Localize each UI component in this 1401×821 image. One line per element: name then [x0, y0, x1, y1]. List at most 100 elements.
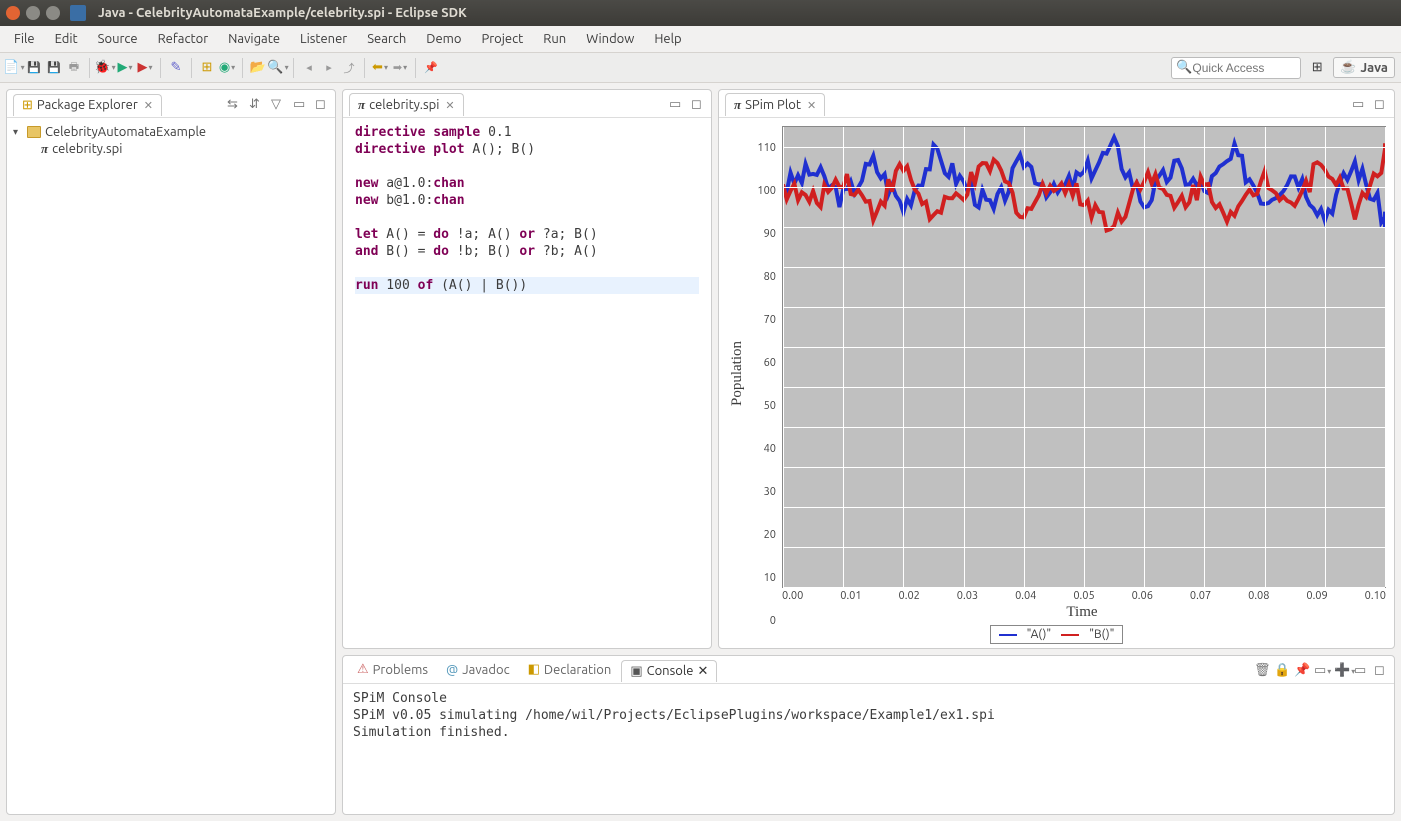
menu-run[interactable]: Run: [535, 29, 574, 49]
editor-head: π celebrity.spi ✕ ▭ ◻: [343, 90, 711, 118]
save-icon[interactable]: 💾: [26, 60, 42, 76]
editor-tab[interactable]: π celebrity.spi ✕: [349, 93, 464, 116]
search-icon: 🔍: [1176, 60, 1192, 75]
run-icon[interactable]: ▶▾: [117, 60, 133, 76]
console-output[interactable]: SPiM Console SPiM v0.05 simulating /home…: [343, 684, 1394, 814]
open-perspective-icon[interactable]: ⊞: [1309, 60, 1325, 76]
maximize-icon[interactable]: ◻: [1374, 97, 1388, 111]
minimize-icon[interactable]: ▭: [1352, 97, 1366, 111]
run-last-icon[interactable]: ▶▾: [137, 60, 153, 76]
package-icon: ⊞: [22, 98, 33, 113]
open-type-icon[interactable]: 📂: [250, 60, 266, 76]
new-class-icon[interactable]: ◉▾: [219, 60, 235, 76]
pi-plot-icon: π: [734, 97, 741, 113]
quick-access-input[interactable]: [1192, 61, 1296, 75]
close-icon[interactable]: ✕: [807, 99, 816, 112]
quick-access[interactable]: 🔍: [1171, 57, 1301, 79]
view-menu-icon[interactable]: ▽: [271, 97, 285, 111]
menu-edit[interactable]: Edit: [47, 29, 86, 49]
menu-refactor[interactable]: Refactor: [150, 29, 217, 49]
plot-title: SPim Plot: [745, 98, 801, 112]
tab-problems[interactable]: ⚠ Problems: [349, 659, 436, 680]
project-node[interactable]: ▾ CelebrityAutomataExample: [13, 124, 329, 140]
save-all-icon[interactable]: 💾: [46, 60, 62, 76]
bottom-tabs: ⚠ Problems @ Javadoc ◧Declaration ▣Console…: [343, 656, 1394, 684]
menu-demo[interactable]: Demo: [418, 29, 469, 49]
console-display-icon[interactable]: ▭▾: [1314, 663, 1328, 677]
new-icon[interactable]: 📄▾: [6, 60, 22, 76]
caret-down-icon[interactable]: ▾: [13, 126, 23, 138]
package-explorer-tab[interactable]: ⊞ Package Explorer ✕: [13, 94, 162, 116]
tab-console[interactable]: ▣Console✕: [621, 660, 717, 682]
chart-xlabel: Time: [778, 604, 1386, 621]
chart-box[interactable]: [782, 126, 1386, 588]
console-lock-icon[interactable]: 🔒: [1274, 663, 1288, 677]
chart-legend: "A()" "B()": [990, 625, 1124, 644]
close-icon[interactable]: ✕: [445, 99, 454, 112]
minimize-icon[interactable]: ▭: [293, 97, 307, 111]
console-new-icon[interactable]: ➕▾: [1334, 663, 1348, 677]
workspace: ⊞ Package Explorer ✕ ⇆ ⇵ ▽ ▭ ◻ ▾ Celebri…: [0, 83, 1401, 821]
plot-area: Population 0102030405060708090100110 0.0…: [719, 118, 1394, 648]
link-editor-icon[interactable]: ⇵: [249, 97, 263, 111]
menu-file[interactable]: File: [6, 29, 43, 49]
maximize-icon[interactable]: ◻: [691, 97, 705, 111]
package-explorer-panel: ⊞ Package Explorer ✕ ⇆ ⇵ ▽ ▭ ◻ ▾ Celebri…: [6, 89, 336, 815]
console-pin-icon[interactable]: 📌: [1294, 663, 1308, 677]
declaration-icon: ◧: [528, 662, 540, 677]
perspective-label: Java: [1360, 61, 1388, 75]
editor-panel: π celebrity.spi ✕ ▭ ◻ directive sample 0…: [342, 89, 712, 649]
separator: [293, 58, 294, 78]
tab-declaration[interactable]: ◧Declaration: [520, 659, 620, 680]
chart-ylabel: Population: [727, 126, 748, 621]
collapse-all-icon[interactable]: ⇆: [227, 97, 241, 111]
pi-file-icon: π: [358, 97, 365, 113]
print-icon[interactable]: 🖶: [66, 60, 82, 76]
maximize-icon[interactable]: ◻: [1374, 663, 1388, 677]
back-icon[interactable]: ⬅▾: [372, 60, 388, 76]
menu-help[interactable]: Help: [646, 29, 689, 49]
menu-listener[interactable]: Listener: [292, 29, 355, 49]
legend-swatch-b: [1061, 634, 1079, 636]
window-title: Java - CelebrityAutomataExample/celebrit…: [98, 6, 467, 20]
project-tree: ▾ CelebrityAutomataExample π celebrity.s…: [7, 118, 335, 164]
tab-javadoc[interactable]: @ Javadoc: [438, 660, 518, 680]
minimize-icon[interactable]: ▭: [669, 97, 683, 111]
search-icon[interactable]: 🔍▾: [270, 60, 286, 76]
javadoc-icon: @: [446, 663, 458, 677]
editor-body[interactable]: directive sample 0.1 directive plot A();…: [343, 118, 711, 648]
new-package-icon[interactable]: ⊞: [199, 60, 215, 76]
window-maximize-icon[interactable]: [46, 6, 60, 20]
titlebar: Java - CelebrityAutomataExample/celebrit…: [0, 0, 1401, 26]
debug-icon[interactable]: 🐞▾: [97, 60, 113, 76]
project-label: CelebrityAutomataExample: [45, 125, 206, 139]
close-icon[interactable]: ✕: [697, 664, 708, 679]
plot-tab[interactable]: π SPim Plot ✕: [725, 93, 825, 116]
maximize-icon[interactable]: ◻: [315, 97, 329, 111]
console-clear-icon[interactable]: 🗑: [1254, 663, 1268, 677]
plot-panel: π SPim Plot ✕ ▭ ◻ Population 01020304050…: [718, 89, 1395, 649]
perspective-java[interactable]: ☕ Java: [1333, 57, 1395, 78]
window-minimize-icon[interactable]: [26, 6, 40, 20]
menu-search[interactable]: Search: [359, 29, 414, 49]
package-explorer-title: Package Explorer: [37, 98, 138, 112]
problems-icon: ⚠: [357, 662, 369, 677]
tab-problems-label: Problems: [373, 663, 428, 677]
close-icon[interactable]: ✕: [144, 99, 153, 112]
menu-project[interactable]: Project: [473, 29, 531, 49]
menu-window[interactable]: Window: [578, 29, 642, 49]
console-icon: ▣: [630, 664, 642, 679]
separator: [242, 58, 243, 78]
separator: [364, 58, 365, 78]
minimize-icon[interactable]: ▭: [1354, 663, 1368, 677]
file-label: celebrity.spi: [52, 142, 122, 156]
pin-icon[interactable]: 📌: [423, 60, 439, 76]
window-close-icon[interactable]: [6, 6, 20, 20]
package-explorer-head: ⊞ Package Explorer ✕ ⇆ ⇵ ▽ ▭ ◻: [7, 90, 335, 118]
tab-javadoc-label: Javadoc: [462, 663, 509, 677]
java-perspective-icon: ☕: [1340, 60, 1356, 75]
menu-source[interactable]: Source: [90, 29, 146, 49]
wand-icon[interactable]: ✎: [168, 60, 184, 76]
menu-navigate[interactable]: Navigate: [220, 29, 288, 49]
file-node[interactable]: π celebrity.spi: [13, 140, 329, 158]
